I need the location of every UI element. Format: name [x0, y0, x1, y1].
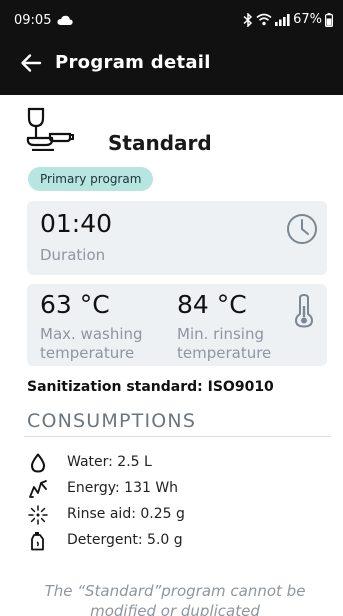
battery-icon — [325, 12, 333, 27]
program-locked-note-line2: modified or duplicated — [90, 602, 260, 616]
wineglass-plate-icon — [26, 107, 74, 151]
max-washing-temp-label-line1: Max. washing — [40, 325, 143, 343]
status-time: 09:05 — [14, 13, 52, 28]
bluetooth-icon — [243, 12, 253, 27]
consumption-rinse-aid-label: Rinse aid: 0.25 g — [67, 506, 185, 522]
temperature-card: 63 °C Max. washing temperature 84 °C Min… — [27, 284, 327, 366]
consumptions-heading: CONSUMPTIONS — [27, 410, 197, 432]
status-icons: 67% — [243, 12, 333, 27]
section-divider — [24, 436, 331, 437]
battery-percent: 67% — [293, 12, 322, 27]
page-title: Program detail — [55, 52, 211, 73]
sanitization-standard: Sanitization standard: ISO9010 — [27, 379, 274, 395]
rinse-aid-icon — [28, 505, 48, 525]
duration-value: 01:40 — [40, 209, 113, 238]
consumption-detergent: Detergent: 5.0 g — [28, 529, 318, 555]
consumption-energy-label: Energy: 131 Wh — [67, 480, 179, 496]
consumption-water: Water: 2.5 L — [28, 451, 318, 477]
app-bar: Program detail — [0, 44, 343, 84]
energy-icon — [29, 480, 47, 498]
back-arrow-icon[interactable] — [20, 52, 42, 74]
wifi-icon — [256, 13, 272, 26]
top-bar: 09:05 67% Program detail — [0, 0, 343, 95]
primary-program-badge: Primary program — [28, 167, 154, 191]
program-locked-note-line1: The “Standard”program cannot be — [44, 582, 306, 600]
water-drop-icon — [31, 453, 45, 473]
max-washing-temp-value: 63 °C — [40, 290, 110, 319]
consumption-water-label: Water: 2.5 L — [67, 454, 152, 470]
consumptions-list: Water: 2.5 L Energy: 131 Wh Rinse aid: 0… — [28, 451, 318, 555]
program-detail-content: Standard Primary program 01:40 Duration … — [0, 95, 343, 616]
duration-card: 01:40 Duration — [27, 201, 327, 275]
consumption-rinse-aid: Rinse aid: 0.25 g — [28, 503, 318, 529]
program-locked-note: The “Standard”program cannot be modified… — [20, 581, 330, 616]
min-rinsing-temp-label-line1: Min. rinsing — [177, 325, 265, 343]
thermometer-icon — [294, 294, 314, 328]
clock-icon — [287, 214, 317, 244]
detergent-icon — [31, 532, 44, 551]
max-washing-temp-label-line2: temperature — [40, 344, 135, 362]
duration-label: Duration — [40, 246, 106, 264]
status-bar: 09:05 67% — [0, 0, 343, 40]
consumption-detergent-label: Detergent: 5.0 g — [67, 532, 183, 548]
consumption-energy: Energy: 131 Wh — [28, 477, 318, 503]
program-name: Standard — [108, 131, 212, 155]
min-rinsing-temp-label-line2: temperature — [177, 344, 272, 362]
cloud-icon — [57, 15, 73, 25]
signal-icon — [275, 13, 290, 26]
min-rinsing-temp-value: 84 °C — [177, 290, 247, 319]
